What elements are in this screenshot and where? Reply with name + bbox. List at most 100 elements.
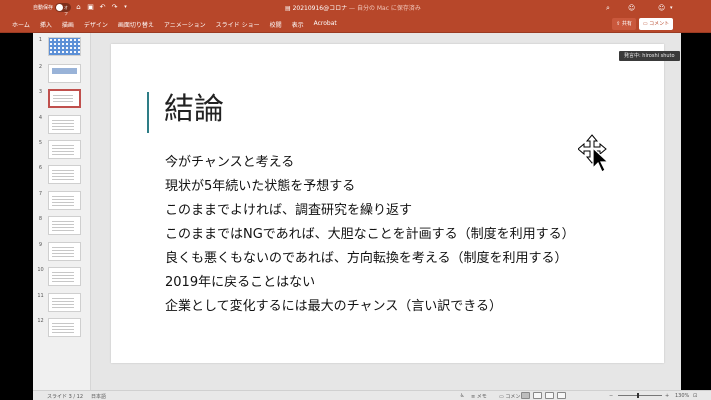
tab-review[interactable]: 校閲 [270,20,282,29]
slide-thumbnail-5[interactable] [48,140,81,159]
undo-icon[interactable]: ↶ [98,3,107,12]
zoom-in-icon[interactable]: + [665,393,669,399]
status-bar: スライド 3 / 12 日本語 ♿ ≡ メモ ▭ コメント − + 130% ⊡ [33,390,711,400]
bullet-item[interactable]: 良くも悪くもないのであれば、方向転換を考える（制度を利用する） [165,250,575,274]
thumbnail-number: 5 [38,140,43,146]
thumbnail-preview [52,195,74,206]
slide-thumbnail-9[interactable] [48,242,81,261]
share-icon: ⇪ [616,21,621,27]
autosave-toggle[interactable]: オフ [55,3,71,16]
share-people-icon[interactable]: ☺ [628,3,635,13]
comment-icon: ▭ [642,21,648,27]
thumbnail-preview [52,246,74,257]
thumbnail-preview [53,94,73,103]
tab-view[interactable]: 表示 [292,20,304,29]
zoom-slider[interactable] [618,395,662,396]
slide-thumbnail-panel[interactable]: 1 2 3 4 5 6 7 8 9 10 11 12 [33,33,91,390]
tab-slideshow[interactable]: スライド ショー [216,20,260,29]
slideshow-view-button[interactable] [557,392,566,399]
toggle-knob [56,4,63,11]
bullet-item[interactable]: 2019年に戻ることはない [165,274,575,298]
document-name: 20210916@コロナ [292,5,348,12]
thumbnail-preview [52,119,74,130]
ribbon: ホーム 挿入 描画 デザイン 画面切り替え アニメーション スライド ショー 校… [0,16,711,33]
thumbnail-preview [52,220,74,231]
slide-sorter-view-button[interactable] [533,392,542,399]
tab-transitions[interactable]: 画面切り替え [118,20,154,29]
thumbnail-number: 12 [37,318,44,324]
share-button[interactable]: ⇪ 共有 [612,18,636,30]
thumbnail-number: 3 [38,89,43,95]
share-label: 共有 [621,21,632,27]
slide-thumbnail-8[interactable] [48,216,81,235]
thumbnail-number: 1 [38,37,43,43]
home-icon[interactable]: ⌂ [74,3,83,12]
current-slide[interactable]: 結論 今がチャンスと考える 現状が5年続いた状態を予想する このままでよければ、… [111,44,664,363]
slide-thumbnail-12[interactable] [48,318,81,337]
bullet-item[interactable]: 企業として変化するには最大のチャンス（言い訳できる） [165,298,575,322]
notes-icon: ≡ [471,394,476,400]
smiley-icon[interactable]: ☺ [658,3,665,13]
thumbnail-preview [52,297,74,308]
thumbnail-number: 6 [38,165,43,171]
move-cursor-icon [578,134,610,173]
comments-button[interactable]: ▭ コメント [639,18,673,30]
slide-thumbnail-7[interactable] [48,191,81,210]
reading-view-button[interactable] [545,392,554,399]
thumbnail-preview [52,271,74,282]
tab-acrobat[interactable]: Acrobat [314,20,337,29]
thumbnail-number: 10 [37,267,44,273]
thumbnail-preview [52,68,77,74]
slide-thumbnail-4[interactable] [48,115,81,134]
accessibility-icon[interactable]: ♿ [460,393,464,399]
bullet-item[interactable]: 今がチャンスと考える [165,154,575,178]
thumbnail-number: 8 [38,216,43,222]
fit-to-window-icon[interactable]: ⊡ [693,393,697,399]
slide-thumbnail-6[interactable] [48,165,81,184]
slide-counter: スライド 3 / 12 [47,394,83,400]
title-bar: 自動保存 オフ ⌂ ▣ ↶ ↷ ▾ ▤ 20210916@コロナ — 自分の M… [0,0,711,16]
language-indicator[interactable]: 日本語 [91,393,106,400]
zoom-out-icon[interactable]: − [609,393,613,399]
right-edge [681,33,711,390]
notes-button[interactable]: ≡ メモ [471,393,487,400]
speaker-tooltip: 発言中: hiroshi shuto [619,51,680,61]
slide-title[interactable]: 結論 [164,92,224,128]
powerpoint-window: 自動保存 オフ ⌂ ▣ ↶ ↷ ▾ ▤ 20210916@コロナ — 自分の M… [0,0,711,400]
title-accent-bar [147,92,149,133]
search-icon[interactable]: ⌕ [606,3,610,13]
thumbnail-preview [52,169,74,180]
normal-view-button[interactable] [521,392,530,399]
thumbnail-number: 2 [38,64,43,70]
thumbnail-preview [49,38,80,55]
smiley-chevron-icon[interactable]: ▾ [670,3,673,13]
save-icon[interactable]: ▣ [86,3,95,12]
slide-thumbnail-3[interactable] [48,89,81,108]
tab-animations[interactable]: アニメーション [164,20,206,29]
tab-draw[interactable]: 描画 [62,20,74,29]
document-title: ▤ 20210916@コロナ — 自分の Mac に保存済み [285,3,421,12]
bullet-item[interactable]: このままではNGであれば、大胆なことを計画する（制度を利用する） [165,226,575,250]
bullet-item[interactable]: 現状が5年続いた状態を予想する [165,178,575,202]
thumbnail-preview [52,144,74,155]
thumbnail-number: 9 [38,242,43,248]
ribbon-tabs: ホーム 挿入 描画 デザイン 画面切り替え アニメーション スライド ショー 校… [12,20,337,29]
thumbnail-number: 7 [38,191,43,197]
slide-thumbnail-10[interactable] [48,267,81,286]
slide-thumbnail-1[interactable] [48,37,81,56]
zoom-slider-thumb[interactable] [637,393,639,398]
tab-design[interactable]: デザイン [84,20,108,29]
bullet-item[interactable]: このままでよければ、調査研究を繰り返す [165,202,575,226]
autosave-label: 自動保存 [33,5,54,11]
document-save-status: — 自分の Mac に保存済み [347,5,421,12]
notes-label: メモ [476,394,487,400]
redo-icon[interactable]: ↷ [110,3,119,12]
slide-thumbnail-11[interactable] [48,293,81,312]
slide-thumbnail-2[interactable] [48,64,81,83]
tab-home[interactable]: ホーム [12,20,30,29]
tab-insert[interactable]: 挿入 [40,20,52,29]
slide-body[interactable]: 今がチャンスと考える 現状が5年続いた状態を予想する このままでよければ、調査研… [165,154,575,322]
comment-icon: ▭ [499,394,504,400]
zoom-level[interactable]: 130% [675,393,689,399]
customize-toolbar-icon[interactable]: ▾ [121,3,130,12]
